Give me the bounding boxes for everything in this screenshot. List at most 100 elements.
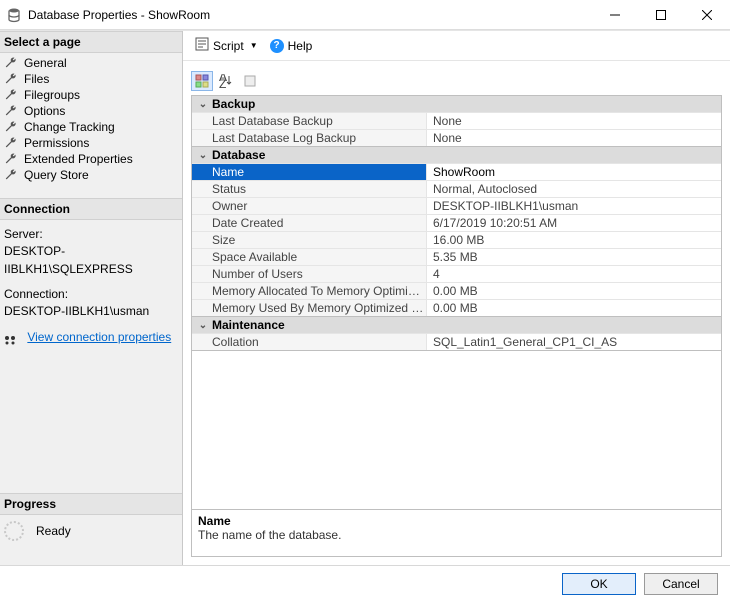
wrench-icon: [4, 152, 18, 166]
sidebar-item-label: Filegroups: [24, 88, 80, 102]
page-list: General Files Filegroups Options Change Trac…: [0, 53, 182, 198]
property-row[interactable]: Last Database BackupNone: [192, 112, 721, 129]
property-name: Last Database Log Backup: [192, 130, 427, 146]
sidebar-item-label: Permissions: [24, 136, 89, 150]
category-maintenance[interactable]: ⌄Maintenance: [192, 316, 721, 333]
connection-header: Connection: [0, 198, 182, 220]
left-panel: Select a page GeneralFilesFilegroupsOpti…: [0, 31, 183, 565]
connection-label: Connection:: [4, 286, 178, 303]
connection-info: Server: DESKTOP-IIBLKH1\SQLEXPRESS Conne…: [0, 220, 182, 352]
help-label: Help: [288, 39, 313, 53]
property-value: DESKTOP-IIBLKH1\usman: [427, 198, 721, 214]
close-button[interactable]: [684, 0, 730, 29]
wrench-icon: [4, 120, 18, 134]
sidebar-item-label: Options: [24, 104, 65, 118]
wrench-icon: [4, 104, 18, 118]
sidebar-item-permissions[interactable]: Permissions: [0, 135, 182, 151]
connection-link-icon: [4, 333, 20, 343]
sidebar-item-options[interactable]: Options: [0, 103, 182, 119]
view-connection-link[interactable]: View connection properties: [27, 330, 171, 344]
wrench-icon: [4, 168, 18, 182]
progress-header: Progress: [0, 493, 182, 515]
property-row[interactable]: NameShowRoom: [192, 163, 721, 180]
category-label: Maintenance: [212, 318, 285, 332]
property-name: Number of Users: [192, 266, 427, 282]
sidebar-item-general[interactable]: General: [0, 55, 182, 71]
property-row[interactable]: Number of Users4: [192, 265, 721, 282]
sidebar-item-label: General: [24, 56, 67, 70]
property-name: Name: [192, 164, 427, 180]
property-description: Name The name of the database.: [191, 509, 722, 557]
chevron-down-icon: ▼: [250, 41, 258, 50]
wrench-icon: [4, 56, 18, 70]
property-value: ShowRoom: [427, 164, 721, 180]
property-pages-button[interactable]: [239, 71, 261, 91]
sidebar-item-extended-properties[interactable]: Extended Properties: [0, 151, 182, 167]
sidebar-item-label: Extended Properties: [24, 152, 133, 166]
property-row[interactable]: Date Created6/17/2019 10:20:51 AM: [192, 214, 721, 231]
doc-desc: The name of the database.: [198, 528, 715, 542]
sidebar-item-files[interactable]: Files: [0, 71, 182, 87]
maximize-button[interactable]: [638, 0, 684, 29]
property-value: None: [427, 130, 721, 146]
property-grid[interactable]: ⌄BackupLast Database BackupNoneLast Data…: [191, 95, 722, 351]
category-backup[interactable]: ⌄Backup: [192, 96, 721, 112]
minimize-button[interactable]: [592, 0, 638, 29]
sidebar-item-query-store[interactable]: Query Store: [0, 167, 182, 183]
ok-button[interactable]: OK: [562, 573, 636, 595]
dialog-buttons: OK Cancel: [0, 565, 730, 601]
doc-name: Name: [198, 514, 715, 528]
title-bar: Database Properties - ShowRoom: [0, 0, 730, 30]
property-value: None: [427, 113, 721, 129]
wrench-icon: [4, 136, 18, 150]
wrench-icon: [4, 72, 18, 86]
category-database[interactable]: ⌄Database: [192, 146, 721, 163]
server-label: Server:: [4, 226, 178, 243]
category-label: Database: [212, 148, 265, 162]
alphabetical-button[interactable]: AZ: [215, 71, 237, 91]
categorized-button[interactable]: [191, 71, 213, 91]
property-row[interactable]: Last Database Log BackupNone: [192, 129, 721, 146]
progress-spinner-icon: [4, 521, 24, 541]
property-value: 16.00 MB: [427, 232, 721, 248]
property-value: 6/17/2019 10:20:51 AM: [427, 215, 721, 231]
window-controls: [592, 0, 730, 29]
property-row[interactable]: Size16.00 MB: [192, 231, 721, 248]
property-name: Date Created: [192, 215, 427, 231]
database-icon: [6, 7, 22, 23]
progress-area: Ready: [0, 515, 182, 547]
script-button[interactable]: Script ▼: [191, 35, 262, 56]
property-value: SQL_Latin1_General_CP1_CI_AS: [427, 334, 721, 350]
property-value: 0.00 MB: [427, 300, 721, 316]
help-icon: ?: [270, 39, 284, 53]
collapse-icon: ⌄: [196, 320, 210, 331]
property-name: Memory Used By Memory Optimized Objects: [192, 300, 427, 316]
property-value: 0.00 MB: [427, 283, 721, 299]
property-value: 4: [427, 266, 721, 282]
property-name: Collation: [192, 334, 427, 350]
property-grid-toolbar: AZ: [191, 69, 722, 93]
server-value: DESKTOP-IIBLKH1\SQLEXPRESS: [4, 243, 178, 278]
connection-value: DESKTOP-IIBLKH1\usman: [4, 303, 178, 320]
sidebar-item-label: Query Store: [24, 168, 89, 182]
script-label: Script: [213, 39, 244, 53]
property-name: Status: [192, 181, 427, 197]
property-name: Owner: [192, 198, 427, 214]
property-row[interactable]: Memory Used By Memory Optimized Objects0…: [192, 299, 721, 316]
property-row[interactable]: OwnerDESKTOP-IIBLKH1\usman: [192, 197, 721, 214]
property-row[interactable]: Space Available5.35 MB: [192, 248, 721, 265]
sidebar-item-label: Change Tracking: [24, 120, 115, 134]
property-row[interactable]: StatusNormal, Autoclosed: [192, 180, 721, 197]
property-row[interactable]: Memory Allocated To Memory Optimized Obj…: [192, 282, 721, 299]
sidebar-item-label: Files: [24, 72, 49, 86]
property-row[interactable]: CollationSQL_Latin1_General_CP1_CI_AS: [192, 333, 721, 350]
wrench-icon: [4, 88, 18, 102]
sidebar-item-filegroups[interactable]: Filegroups: [0, 87, 182, 103]
cancel-button[interactable]: Cancel: [644, 573, 718, 595]
help-button[interactable]: ? Help: [266, 37, 317, 55]
sidebar-item-change-tracking[interactable]: Change Tracking: [0, 119, 182, 135]
collapse-icon: ⌄: [196, 99, 210, 110]
property-name: Memory Allocated To Memory Optimized Obj…: [192, 283, 427, 299]
collapse-icon: ⌄: [196, 150, 210, 161]
property-name: Size: [192, 232, 427, 248]
